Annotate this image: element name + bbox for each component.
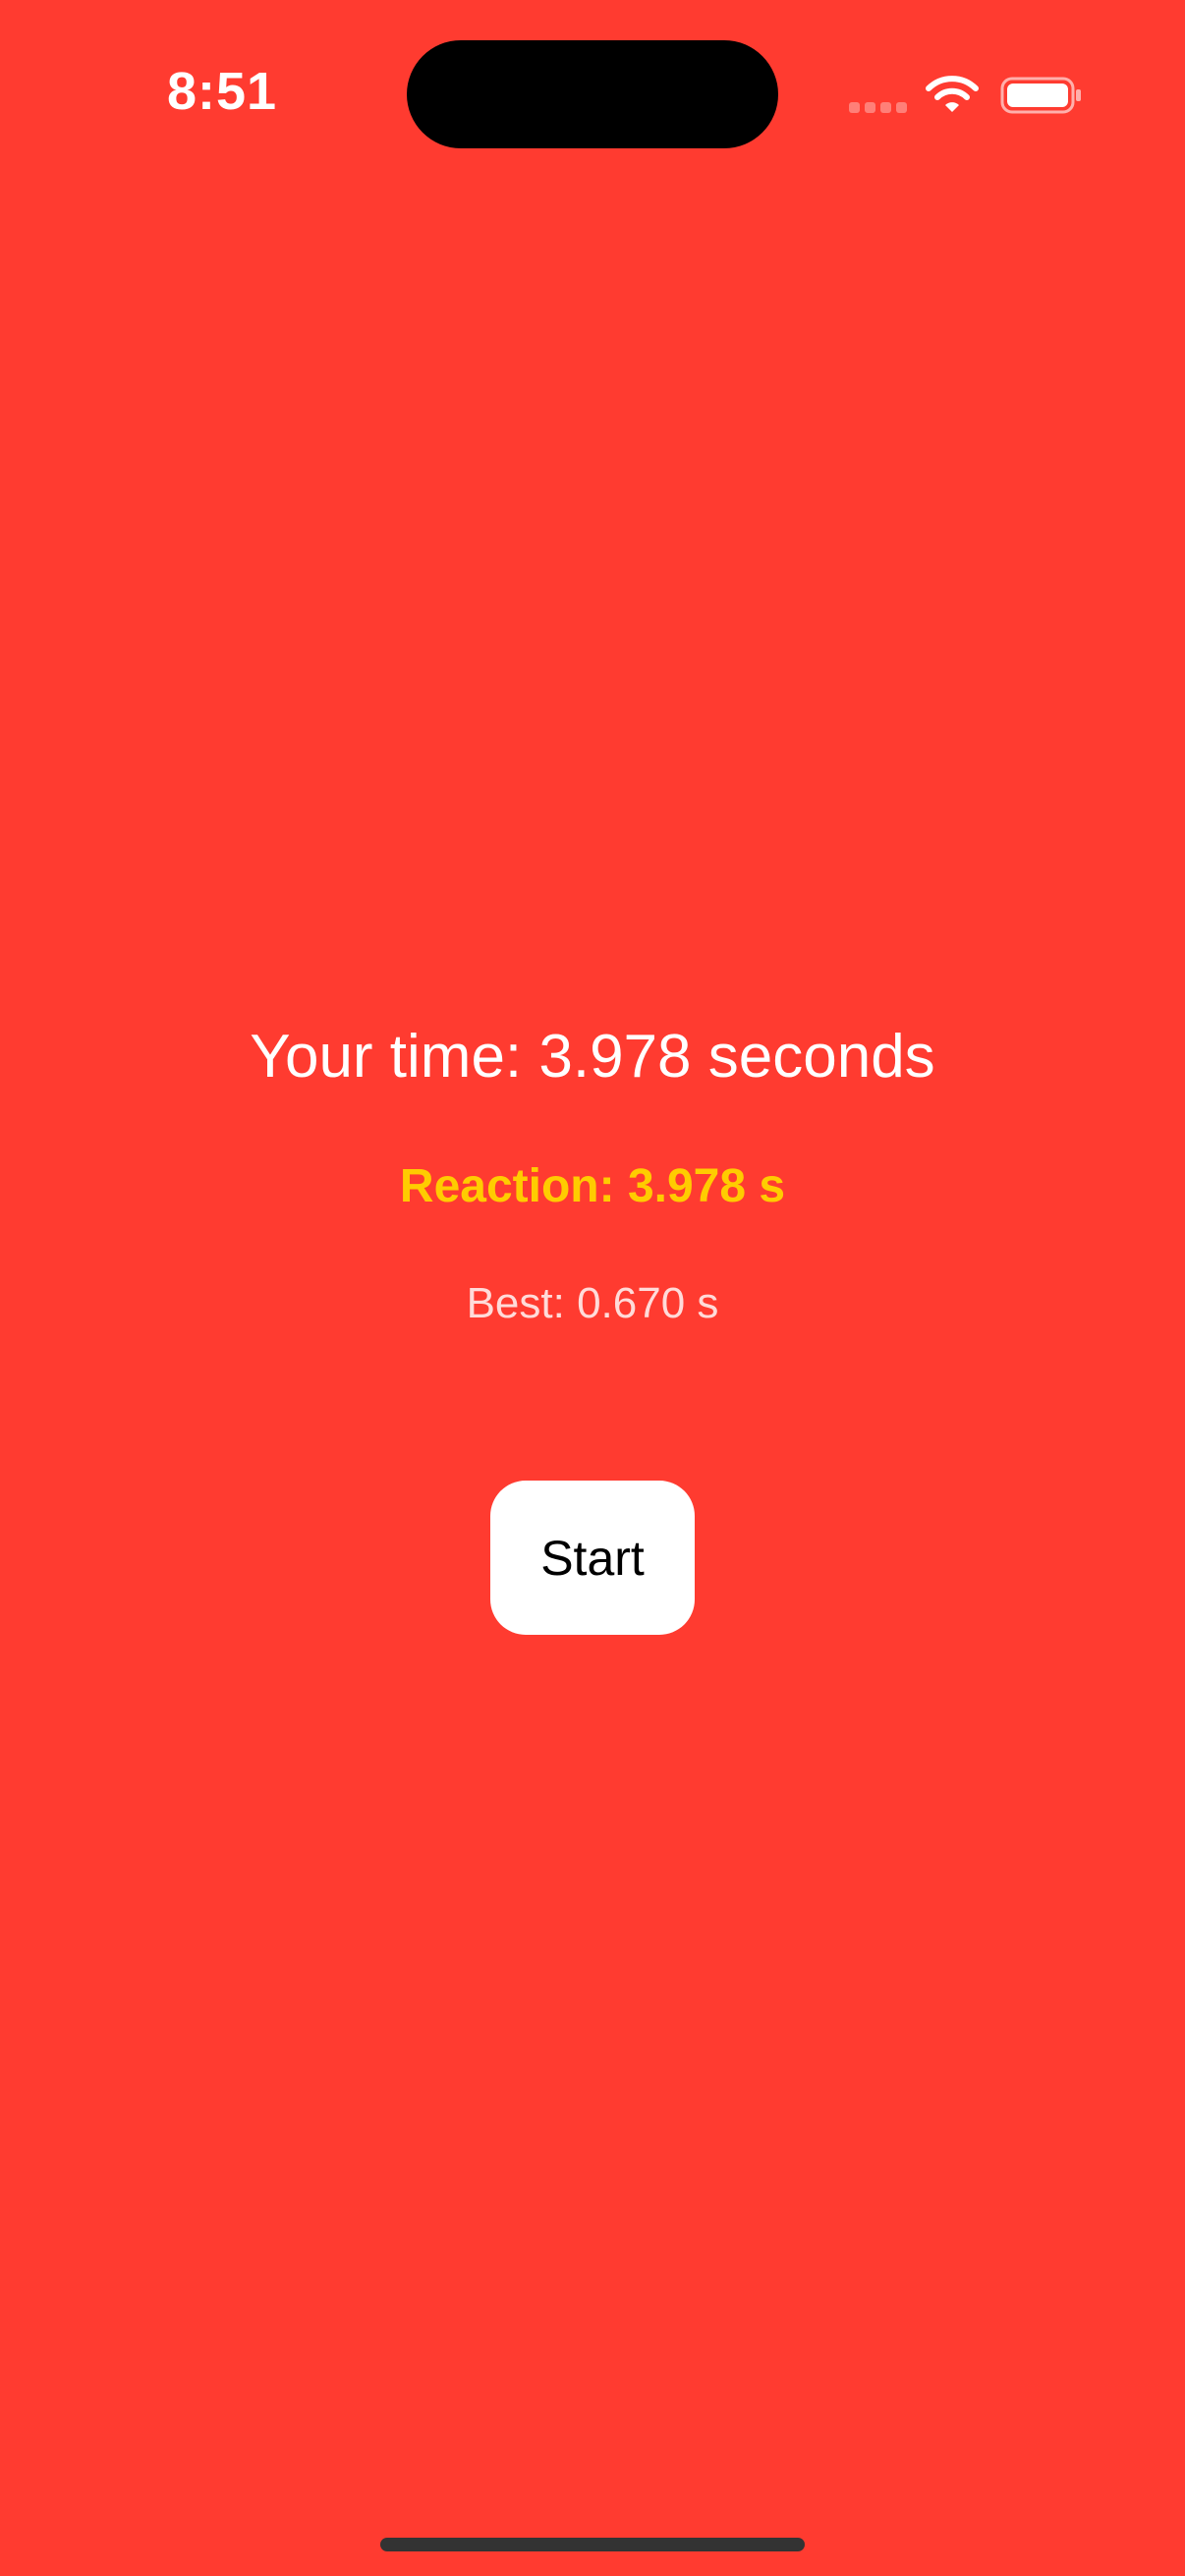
reaction-label: Reaction: 3.978 s <box>399 1160 786 1212</box>
start-button[interactable]: Start <box>490 1481 695 1635</box>
battery-icon <box>1000 77 1081 114</box>
wifi-icon <box>926 76 979 112</box>
home-indicator[interactable] <box>380 2538 805 2551</box>
best-time-label: Best: 0.670 s <box>466 1279 719 1327</box>
your-time-label: Your time: 3.978 seconds <box>250 1023 935 1091</box>
status-icons <box>849 75 1085 114</box>
dynamic-island <box>407 40 778 148</box>
signal-icon <box>849 102 908 114</box>
status-time: 8:51 <box>167 62 278 121</box>
